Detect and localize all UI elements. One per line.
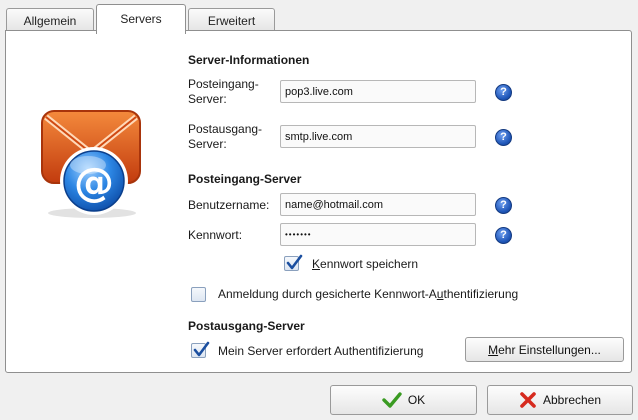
cancel-button-label: Abbrechen <box>542 393 602 407</box>
more-settings-button[interactable]: Mehr Einstellungen... <box>465 337 624 362</box>
outgoing-server-label: Postausgang- Server: <box>188 122 263 151</box>
outgoing-server-heading: Postausgang-Server <box>188 319 305 333</box>
cancel-x-icon <box>520 392 536 408</box>
cancel-button[interactable]: Abbrechen <box>487 385 633 415</box>
servers-panel: @ Server-Informationen Posteingang- Serv… <box>5 30 632 373</box>
save-password-label[interactable]: Kennwort speichern <box>312 257 418 272</box>
spa-checkbox[interactable] <box>191 287 206 302</box>
password-label: Kennwort: <box>188 228 243 242</box>
checkmark-icon <box>193 341 210 357</box>
username-input[interactable] <box>280 193 476 216</box>
server-info-heading: Server-Informationen <box>188 53 310 67</box>
tab-label: Servers <box>120 12 162 26</box>
outgoing-auth-checkbox[interactable] <box>191 341 210 358</box>
ok-button[interactable]: OK <box>330 385 477 415</box>
email-envelope-icon: @ <box>32 101 152 221</box>
help-icon[interactable]: ? <box>495 197 512 214</box>
outgoing-server-input[interactable] <box>280 125 476 148</box>
checkmark-icon <box>382 392 402 408</box>
tab-label: Erweitert <box>207 14 256 28</box>
help-icon[interactable]: ? <box>495 129 512 146</box>
help-icon[interactable]: ? <box>495 84 512 101</box>
checkmark-icon <box>286 254 303 270</box>
incoming-server-input[interactable] <box>280 80 476 103</box>
outgoing-auth-label[interactable]: Mein Server erfordert Authentifizierung <box>218 344 423 359</box>
ok-button-label: OK <box>407 393 426 407</box>
username-label: Benutzername: <box>188 198 270 212</box>
help-icon[interactable]: ? <box>495 227 512 244</box>
password-input[interactable] <box>280 223 476 246</box>
save-password-checkbox[interactable] <box>284 254 303 271</box>
tab-label: Allgemein <box>23 14 77 28</box>
incoming-server-heading: Posteingang-Server <box>188 172 302 186</box>
tab-servers[interactable]: Servers <box>96 4 186 34</box>
incoming-server-label: Posteingang- Server: <box>188 77 259 106</box>
svg-text:@: @ <box>74 160 114 206</box>
spa-label[interactable]: Anmeldung durch gesicherte Kennwort-Auth… <box>218 287 518 302</box>
